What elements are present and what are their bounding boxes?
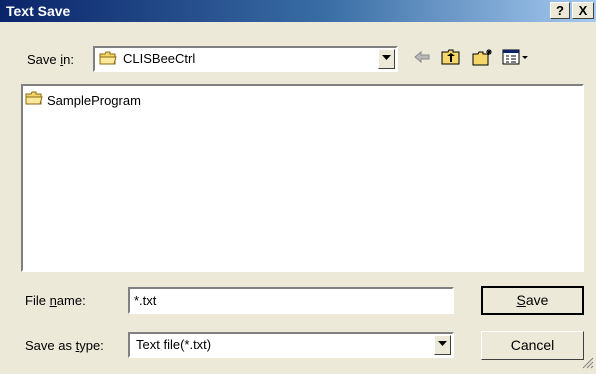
view-menu-icon[interactable]	[502, 48, 530, 69]
list-item-label: SampleProgram	[47, 92, 141, 108]
folder-icon	[25, 91, 43, 109]
file-list[interactable]: SampleProgram	[21, 84, 584, 272]
new-folder-icon[interactable]	[472, 48, 494, 69]
save-button[interactable]: Save	[481, 286, 584, 315]
up-folder-icon[interactable]	[441, 48, 461, 69]
title-bar[interactable]: Text Save ? X	[0, 0, 596, 22]
dialog-title: Text Save	[6, 3, 71, 19]
list-item[interactable]: SampleProgram	[25, 91, 141, 109]
save-as-type-label: Save as type:	[25, 338, 104, 353]
save-as-type-dropdown[interactable]: Text file(*.txt)	[128, 332, 454, 358]
current-folder-value: CLISBeeCtrl	[123, 51, 196, 66]
save-in-label: Save in:	[27, 52, 74, 67]
back-arrow-icon[interactable]	[412, 48, 432, 69]
save-as-type-value: Text file(*.txt)	[136, 337, 212, 352]
cancel-button[interactable]: Cancel	[481, 331, 584, 360]
save-dialog: Text Save ? X Save in: CLISBeeCtrl Sampl…	[0, 0, 596, 374]
file-name-input-box[interactable]	[128, 287, 454, 314]
file-name-input[interactable]	[130, 289, 452, 312]
folder-icon	[99, 51, 117, 69]
save-in-dropdown[interactable]: CLISBeeCtrl	[93, 46, 398, 72]
close-button[interactable]: X	[572, 2, 594, 19]
file-name-label: File name:	[25, 293, 86, 308]
chevron-down-icon[interactable]	[378, 49, 395, 69]
chevron-down-icon[interactable]	[434, 335, 451, 355]
help-button[interactable]: ?	[550, 2, 570, 19]
resize-grip-icon[interactable]	[582, 357, 594, 372]
